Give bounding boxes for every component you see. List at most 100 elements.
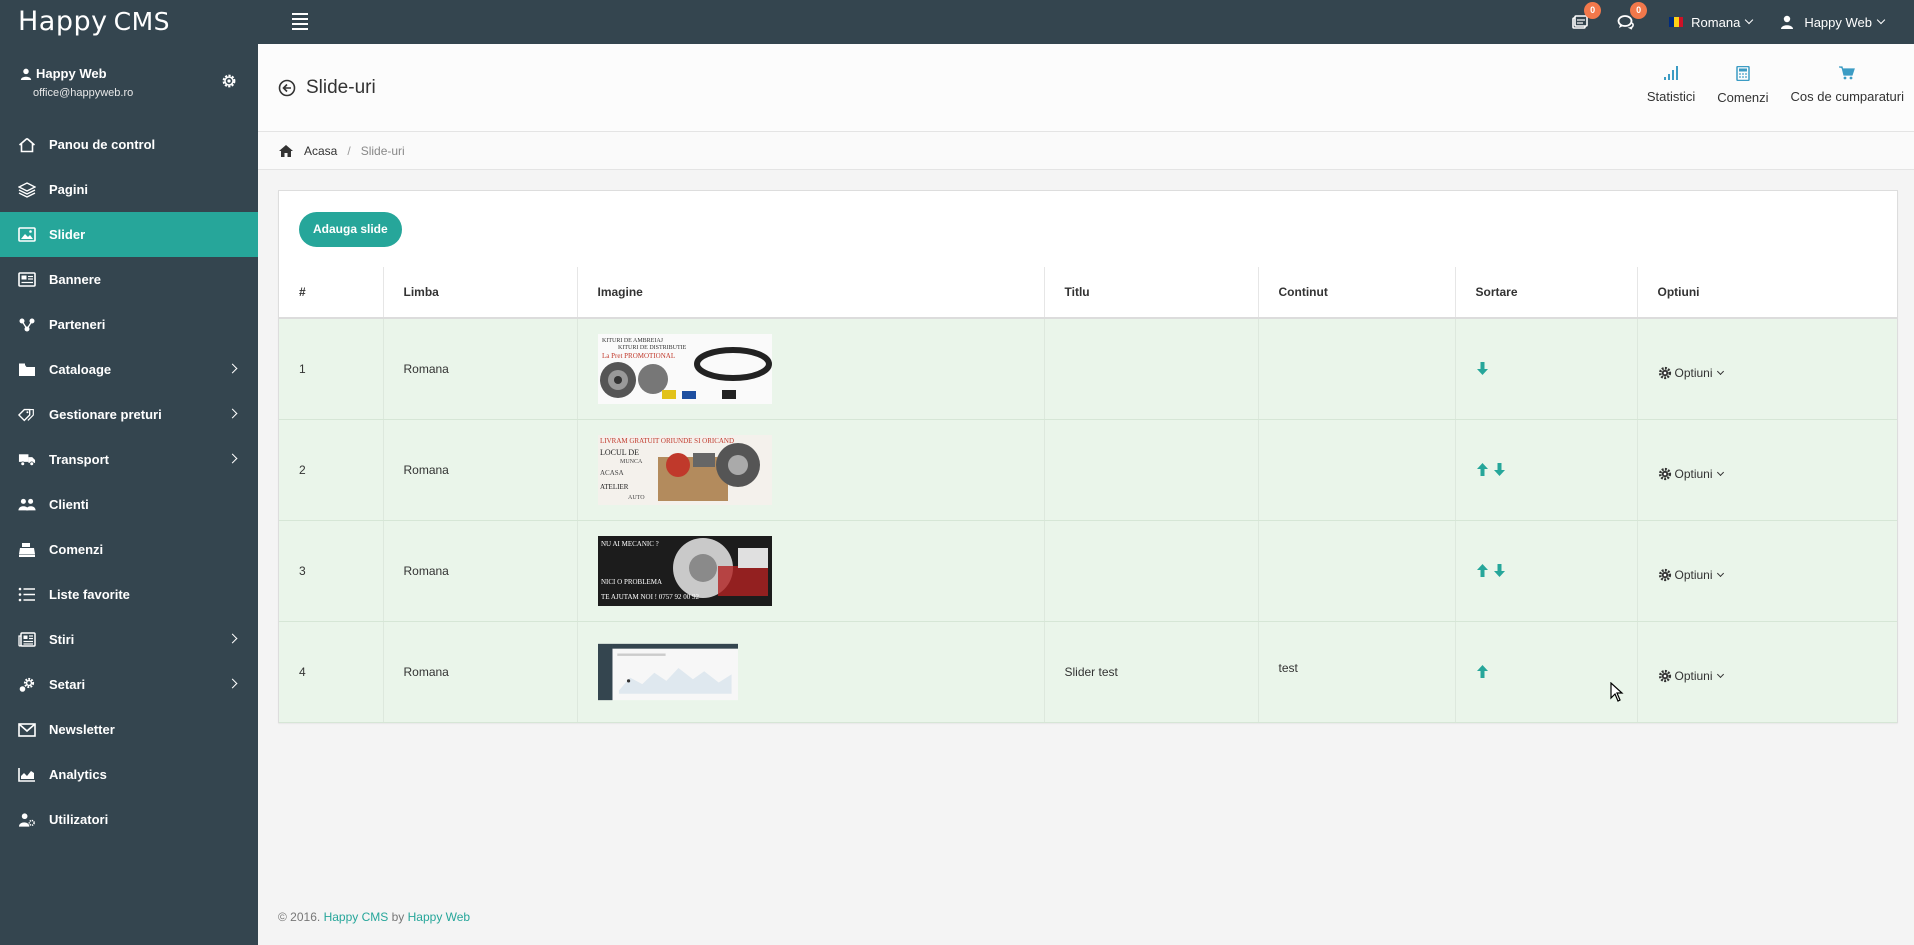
- slide-thumbnail[interactable]: [597, 637, 1044, 707]
- options-dropdown[interactable]: Optiuni: [1658, 568, 1898, 582]
- sidebar-item-label: Gestionare preturi: [49, 407, 162, 422]
- cell-title: Slider test: [1044, 621, 1259, 723]
- cell-language: Romana: [383, 419, 578, 521]
- messages-button[interactable]: 0: [1603, 0, 1649, 44]
- sidebar-item-gestionare-preturi[interactable]: Gestionare preturi: [0, 392, 258, 437]
- menu-toggle-icon[interactable]: [292, 13, 308, 30]
- gear-icon: [1658, 467, 1671, 480]
- sidebar-item-bannere[interactable]: Bannere: [0, 257, 258, 302]
- sidebar-item-cataloage[interactable]: Cataloage: [0, 347, 258, 392]
- stats-label: Statistici: [1646, 89, 1696, 104]
- arrow-down-icon: [1476, 362, 1488, 376]
- sidebar-item-panou-de-control[interactable]: Panou de control: [0, 122, 258, 167]
- footer-company-link[interactable]: Happy Web: [408, 910, 470, 924]
- sidebar-item-label: Liste favorite: [49, 587, 130, 602]
- cell-options: Optiuni: [1637, 520, 1898, 622]
- sidebar-item-liste-favorite[interactable]: Liste favorite: [0, 572, 258, 617]
- column-header: Titlu: [1044, 267, 1259, 319]
- arrow-up-icon: [1476, 665, 1488, 678]
- column-header: Limba: [383, 267, 578, 319]
- user-name: Happy Web: [1804, 14, 1872, 30]
- options-dropdown[interactable]: Optiuni: [1658, 366, 1898, 380]
- sidebar-item-label: Clienti: [49, 497, 89, 512]
- sidebar-item-label: Utilizatori: [49, 812, 109, 827]
- slide-thumbnail[interactable]: LIVRAM GRATUIT ORIUNDE SI ORICAND LOCUL D…: [597, 434, 1044, 505]
- cash-register-icon: [18, 541, 36, 559]
- sidebar-item-transport[interactable]: Transport: [0, 437, 258, 482]
- svg-text:TE AJUTAM NOI ! 0757 92 00 92: TE AJUTAM NOI ! 0757 92 00 92: [601, 593, 700, 601]
- sidebar-item-label: Panou de control: [49, 137, 156, 152]
- gear-icon[interactable]: [220, 72, 238, 93]
- messages-badge: 0: [1630, 2, 1648, 19]
- app-logo[interactable]: Happy CMS: [18, 6, 170, 37]
- sidebar-item-slider[interactable]: Slider: [0, 212, 258, 257]
- chevron-down-icon: [1716, 468, 1724, 476]
- add-slide-button[interactable]: Adauga slide: [299, 212, 402, 247]
- svg-text:KITURI DE DISTRIBUTIE: KITURI DE DISTRIBUTIE: [618, 345, 687, 351]
- gear-icon: [1658, 669, 1671, 682]
- cell-number: 1: [279, 318, 384, 420]
- breadcrumb-home[interactable]: Acasa: [304, 144, 337, 158]
- chevron-right-icon: [227, 363, 238, 374]
- sort-up-button[interactable]: [1476, 664, 1489, 679]
- cell-options: Optiuni: [1637, 419, 1898, 521]
- sidebar-item-newsletter[interactable]: Newsletter: [0, 707, 258, 752]
- svg-text:NICI O PROBLEMA: NICI O PROBLEMA: [601, 578, 662, 586]
- user-icon: [20, 68, 32, 80]
- envelope-icon: [18, 721, 36, 739]
- sidebar-item-stiri[interactable]: Stiri: [0, 617, 258, 662]
- cell-sort: [1455, 419, 1638, 521]
- sort-up-button[interactable]: [1476, 563, 1489, 578]
- sidebar-item-clienti[interactable]: Clienti: [0, 482, 258, 527]
- cell-sort: [1455, 621, 1638, 723]
- cell-image: KITURI DE AMBREIAJ KITURI DE DISTRIBUTIE L…: [577, 318, 1045, 420]
- stats-link[interactable]: Statistici: [1647, 66, 1695, 105]
- cell-number: 3: [279, 520, 384, 622]
- svg-text:MUNCA: MUNCA: [620, 459, 643, 465]
- column-header: Imagine: [577, 267, 1045, 319]
- calculator-icon: [1736, 66, 1750, 81]
- slide-thumbnail[interactable]: NU AI MECANIC ? NICI O PROBLEMA TE AJUTAM …: [597, 535, 1044, 606]
- sidebar-item-label: Bannere: [49, 272, 102, 287]
- user-menu[interactable]: Happy Web: [1780, 14, 1886, 30]
- footer-product-link[interactable]: Happy CMS: [324, 910, 389, 924]
- sort-up-button[interactable]: [1476, 462, 1489, 477]
- table-row: 2 Romana LIVRAM GRATUIT ORIUNDE SI ORICAND…: [279, 419, 1898, 521]
- sidebar-item-parteneri[interactable]: Parteneri: [0, 302, 258, 347]
- cart-link[interactable]: Cos de cumparaturi: [1791, 66, 1904, 105]
- back-arrow-icon[interactable]: [278, 79, 296, 100]
- cell-language: Romana: [383, 318, 578, 420]
- slide-thumbnail[interactable]: KITURI DE AMBREIAJ KITURI DE DISTRIBUTIE L…: [597, 333, 1044, 404]
- notifications-badge: 0: [1584, 2, 1602, 19]
- sidebar-item-pagini[interactable]: Pagini: [0, 167, 258, 212]
- cell-image: NU AI MECANIC ? NICI O PROBLEMA TE AJUTAM …: [577, 520, 1045, 622]
- orders-link[interactable]: Comenzi: [1717, 66, 1769, 105]
- sidebar-item-utilizatori[interactable]: Utilizatori: [0, 797, 258, 842]
- table-row: 3 Romana NU AI MECANIC ? NICI O PROBLEMA TE …: [279, 520, 1898, 622]
- layers-icon: [18, 181, 36, 199]
- sidebar-item-comenzi[interactable]: Comenzi: [0, 527, 258, 572]
- options-dropdown[interactable]: Optiuni: [1658, 467, 1898, 481]
- list-icon: [18, 586, 36, 604]
- sidebar-item-label: Transport: [49, 452, 109, 467]
- home-icon[interactable]: [278, 144, 294, 158]
- cart-label: Cos de cumparaturi: [1790, 89, 1904, 104]
- settings-icon: [18, 676, 36, 694]
- sidebar-item-label: Stiri: [49, 632, 75, 647]
- sidebar-item-analytics[interactable]: Analytics: [0, 752, 258, 797]
- sidebar-item-label: Slider: [49, 227, 86, 242]
- chevron-down-icon: [1745, 15, 1754, 25]
- chevron-right-icon: [227, 453, 238, 464]
- svg-text:AUTO: AUTO: [628, 495, 645, 501]
- table-row: 1 Romana KITURI DE AMBREIAJ KITURI DE DISTR…: [279, 318, 1898, 420]
- slides-panel: Adauga slide # Limba Imagine Titlu Conti…: [278, 190, 1898, 723]
- cell-sort: [1455, 318, 1638, 420]
- sort-down-button[interactable]: [1493, 563, 1506, 578]
- sidebar-item-setari[interactable]: Setari: [0, 662, 258, 707]
- folder-icon: [18, 361, 36, 379]
- options-dropdown[interactable]: Optiuni: [1658, 669, 1898, 683]
- language-selector[interactable]: Romana: [1669, 15, 1754, 30]
- sort-down-button[interactable]: [1493, 462, 1506, 477]
- sort-down-button[interactable]: [1476, 361, 1489, 376]
- notifications-button[interactable]: 0: [1557, 0, 1603, 44]
